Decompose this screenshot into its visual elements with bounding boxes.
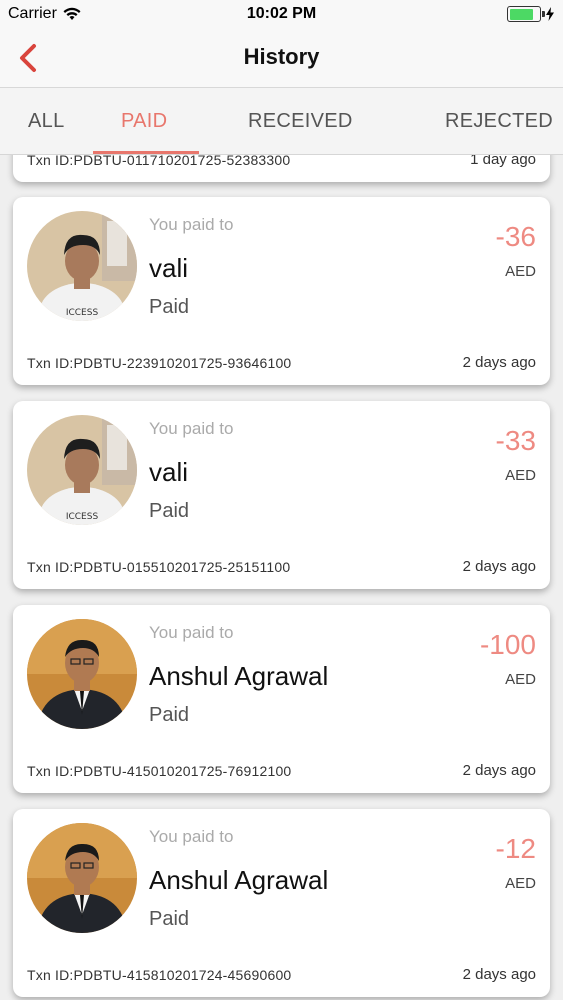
avatar: ICCESS — [27, 211, 137, 321]
avatar — [27, 619, 137, 729]
battery-level — [509, 8, 533, 20]
battery-tip — [542, 11, 545, 17]
payment-label: You paid to — [149, 419, 234, 438]
payment-status: Paid — [149, 908, 190, 930]
charging-icon — [546, 7, 554, 21]
tab-received[interactable]: RECEIVED — [248, 110, 353, 133]
transaction-card[interactable]: You paid to Anshul Agrawal Paid -12 AED … — [13, 809, 550, 997]
payment-currency: AED — [505, 671, 536, 688]
page-title: History — [243, 44, 320, 69]
avatar-vali: ICCESS — [27, 211, 137, 321]
payee-name: vali — [149, 457, 189, 487]
txn-time: 2 days ago — [462, 762, 536, 779]
payment-currency: AED — [505, 875, 536, 892]
txn-time: 2 days ago — [462, 966, 536, 983]
avatar-vali: ICCESS — [27, 415, 137, 525]
payment-status: Paid — [149, 704, 190, 726]
avatar-anshul — [27, 619, 137, 729]
payment-label: You paid to — [149, 827, 234, 846]
active-tab-indicator — [93, 151, 199, 154]
txn-time: 2 days ago — [462, 558, 536, 575]
payment-amount: -36 — [495, 221, 536, 252]
txn-time: 2 days ago — [462, 354, 536, 371]
svg-text:ICCESS: ICCESS — [66, 512, 99, 522]
tab-paid[interactable]: PAID — [121, 110, 167, 133]
tab-all[interactable]: ALL — [28, 110, 65, 133]
txn-id: Txn ID:PDBTU-415010201725-76912100 — [27, 763, 292, 779]
payment-label: You paid to — [149, 623, 234, 642]
transaction-card[interactable]: ICCESS You paid to vali Paid -36 AED Txn… — [13, 197, 550, 385]
nav-bar: History — [0, 30, 563, 88]
payment-label: You paid to — [149, 215, 234, 234]
transaction-list[interactable]: Txn ID:PDBTU-011710201725-52383300 1 day… — [0, 155, 563, 1000]
txn-id: Txn ID:PDBTU-015510201725-25151100 — [27, 559, 291, 575]
payment-status: Paid — [149, 296, 190, 318]
txn-id: Txn ID:PDBTU-011710201725-52383300 — [27, 155, 291, 168]
payee-name: vali — [149, 253, 189, 283]
status-time: 10:02 PM — [246, 5, 317, 22]
transaction-card[interactable]: You paid to Anshul Agrawal Paid -100 AED… — [13, 605, 550, 793]
svg-text:ICCESS: ICCESS — [66, 308, 99, 318]
payee-name: Anshul Agrawal — [149, 661, 329, 691]
payment-amount: -33 — [495, 425, 536, 456]
payment-status: Paid — [149, 500, 190, 522]
txn-id: Txn ID:PDBTU-223910201725-93646100 — [27, 355, 292, 371]
avatar — [27, 823, 137, 933]
transaction-card[interactable]: ICCESS You paid to vali Paid -33 AED Txn… — [13, 401, 550, 589]
tab-bar: ALL PAID RECEIVED REJECTED — [0, 88, 563, 155]
txn-time: 1 day ago — [470, 155, 536, 168]
txn-id: Txn ID:PDBTU-415810201724-45690600 — [27, 967, 292, 983]
payment-amount: -12 — [495, 833, 536, 864]
avatar: ICCESS — [27, 415, 137, 525]
status-right — [507, 6, 555, 22]
transaction-card-partial[interactable]: Txn ID:PDBTU-011710201725-52383300 1 day… — [13, 155, 550, 182]
battery-icon — [507, 6, 545, 22]
payment-currency: AED — [505, 263, 536, 280]
tab-rejected[interactable]: REJECTED — [445, 110, 553, 133]
status-bar: Carrier 10:02 PM — [0, 0, 563, 30]
payment-amount: -100 — [479, 629, 536, 660]
payee-name: Anshul Agrawal — [149, 865, 329, 895]
avatar-anshul — [27, 823, 137, 933]
payment-currency: AED — [505, 467, 536, 484]
